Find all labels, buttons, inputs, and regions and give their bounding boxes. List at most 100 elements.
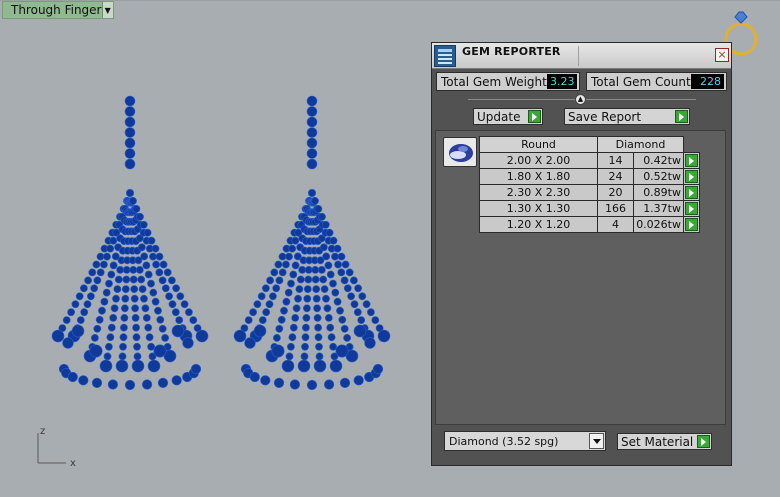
- gem-bead: [266, 276, 274, 285]
- gem-bead: [314, 205, 323, 213]
- gem-bead: [277, 315, 286, 324]
- table-row[interactable]: 1.20 X 1.20 4 0.026tw: [479, 216, 700, 233]
- gem-bead: [151, 244, 160, 253]
- gem-bead: [288, 244, 297, 253]
- panel-drag-handle[interactable]: [578, 46, 708, 66]
- gem-bead: [107, 323, 116, 332]
- gem-bead: [249, 371, 260, 383]
- play-icon[interactable]: [685, 170, 698, 184]
- gem-bead: [124, 116, 136, 128]
- panel-titlebar[interactable]: GEM REPORTER ×: [432, 43, 731, 69]
- round-gem-thumbnail[interactable]: [443, 137, 477, 167]
- save-report-button[interactable]: Save Report: [564, 108, 690, 125]
- gem-bead: [195, 329, 209, 343]
- gem-bead: [326, 270, 335, 279]
- gem-bead: [139, 220, 148, 229]
- gem-bead: [322, 252, 331, 261]
- gem-bead: [157, 377, 169, 389]
- gem-bead: [131, 313, 140, 322]
- gem-bead: [273, 377, 285, 389]
- gem-bead: [149, 252, 157, 261]
- gem-bead: [76, 316, 85, 324]
- chevron-down-icon[interactable]: ▼: [101, 2, 113, 18]
- gem-bead: [100, 297, 109, 306]
- panel-title: GEM REPORTER: [462, 45, 561, 58]
- gem-reporter-icon: [434, 45, 456, 67]
- gem-bead: [155, 252, 164, 261]
- viewport-tab[interactable]: Through Finger ▼: [2, 1, 114, 19]
- gem-bead: [71, 324, 85, 338]
- play-icon[interactable]: [675, 110, 688, 123]
- gem-bead: [302, 304, 311, 313]
- gem-bead: [347, 292, 355, 301]
- table-row[interactable]: 1.80 X 1.80 24 0.52tw: [479, 168, 700, 185]
- table-row[interactable]: 1.30 X 1.30 166 1.37tw: [479, 200, 700, 217]
- gem-bead: [285, 352, 294, 361]
- gem-bead: [350, 300, 359, 309]
- close-button[interactable]: ×: [715, 48, 729, 62]
- gem-reporter-panel[interactable]: GEM REPORTER × Total Gem Weight 3.23 Tot…: [431, 42, 732, 466]
- gem-bead: [287, 279, 295, 288]
- gem-bead: [90, 284, 99, 293]
- chevron-down-icon[interactable]: [589, 433, 604, 449]
- gem-bead: [285, 252, 293, 261]
- update-button[interactable]: Update: [473, 108, 543, 125]
- gem-bead: [265, 300, 274, 309]
- gem-bead: [143, 228, 152, 237]
- gem-bead: [329, 342, 337, 351]
- set-material-button[interactable]: Set Material: [617, 433, 712, 450]
- gem-bead: [62, 337, 74, 349]
- gem-bead: [180, 300, 189, 309]
- gem-bead: [268, 292, 277, 301]
- gem-bead: [156, 315, 165, 324]
- gem-row-select-button[interactable]: [683, 168, 700, 185]
- gem-bead: [331, 252, 339, 261]
- collapse-handle-icon[interactable]: ▲: [575, 94, 586, 105]
- gem-bead: [311, 275, 320, 284]
- play-icon[interactable]: [528, 110, 541, 123]
- total-gem-count-label: Total Gem Count: [591, 74, 691, 89]
- play-icon[interactable]: [685, 186, 698, 200]
- gem-bead: [149, 288, 158, 297]
- gem-row-select-button[interactable]: [683, 216, 700, 233]
- gem-row-select-button[interactable]: [683, 152, 700, 169]
- gem-bead: [95, 315, 104, 324]
- gem-bead: [306, 158, 318, 170]
- table-row[interactable]: 2.00 X 2.00 14 0.42tw: [479, 152, 700, 169]
- gem-bead: [89, 344, 103, 358]
- gem-bead: [358, 292, 367, 301]
- gem-bead: [96, 268, 105, 277]
- gem-bead: [171, 308, 180, 317]
- gem-bead: [275, 276, 284, 285]
- play-icon[interactable]: [685, 218, 698, 232]
- gem-bead: [121, 304, 129, 313]
- gem-row-select-button[interactable]: [683, 184, 700, 201]
- axis-x-label: x: [70, 458, 76, 469]
- gem-bead: [300, 352, 309, 361]
- gem-bead: [289, 323, 298, 332]
- material-select[interactable]: Diamond (3.52 spg): [444, 431, 606, 451]
- play-icon[interactable]: [685, 202, 698, 216]
- gem-bead: [138, 243, 146, 252]
- gem-bead: [145, 333, 154, 342]
- gem-bead: [341, 260, 350, 269]
- gem-bead: [71, 300, 80, 309]
- gem-bead: [327, 333, 336, 342]
- gem-bead: [333, 297, 342, 306]
- gem-bead: [261, 284, 270, 293]
- gem-bead: [324, 379, 335, 390]
- gem-bead: [113, 285, 122, 293]
- gem-bead: [152, 260, 160, 269]
- gem-bead: [329, 359, 343, 373]
- gem-bead: [120, 323, 128, 332]
- gem-bead: [136, 212, 144, 221]
- gem-bead: [320, 285, 329, 293]
- play-icon[interactable]: [685, 154, 698, 168]
- gem-bead: [116, 265, 125, 274]
- gem-row-select-button[interactable]: [683, 200, 700, 217]
- gem-bead: [131, 304, 139, 313]
- table-row[interactable]: 2.30 X 2.30 20 0.89tw: [479, 184, 700, 201]
- gem-bead: [353, 324, 367, 338]
- gem-bead: [336, 306, 344, 315]
- play-icon[interactable]: [697, 435, 710, 448]
